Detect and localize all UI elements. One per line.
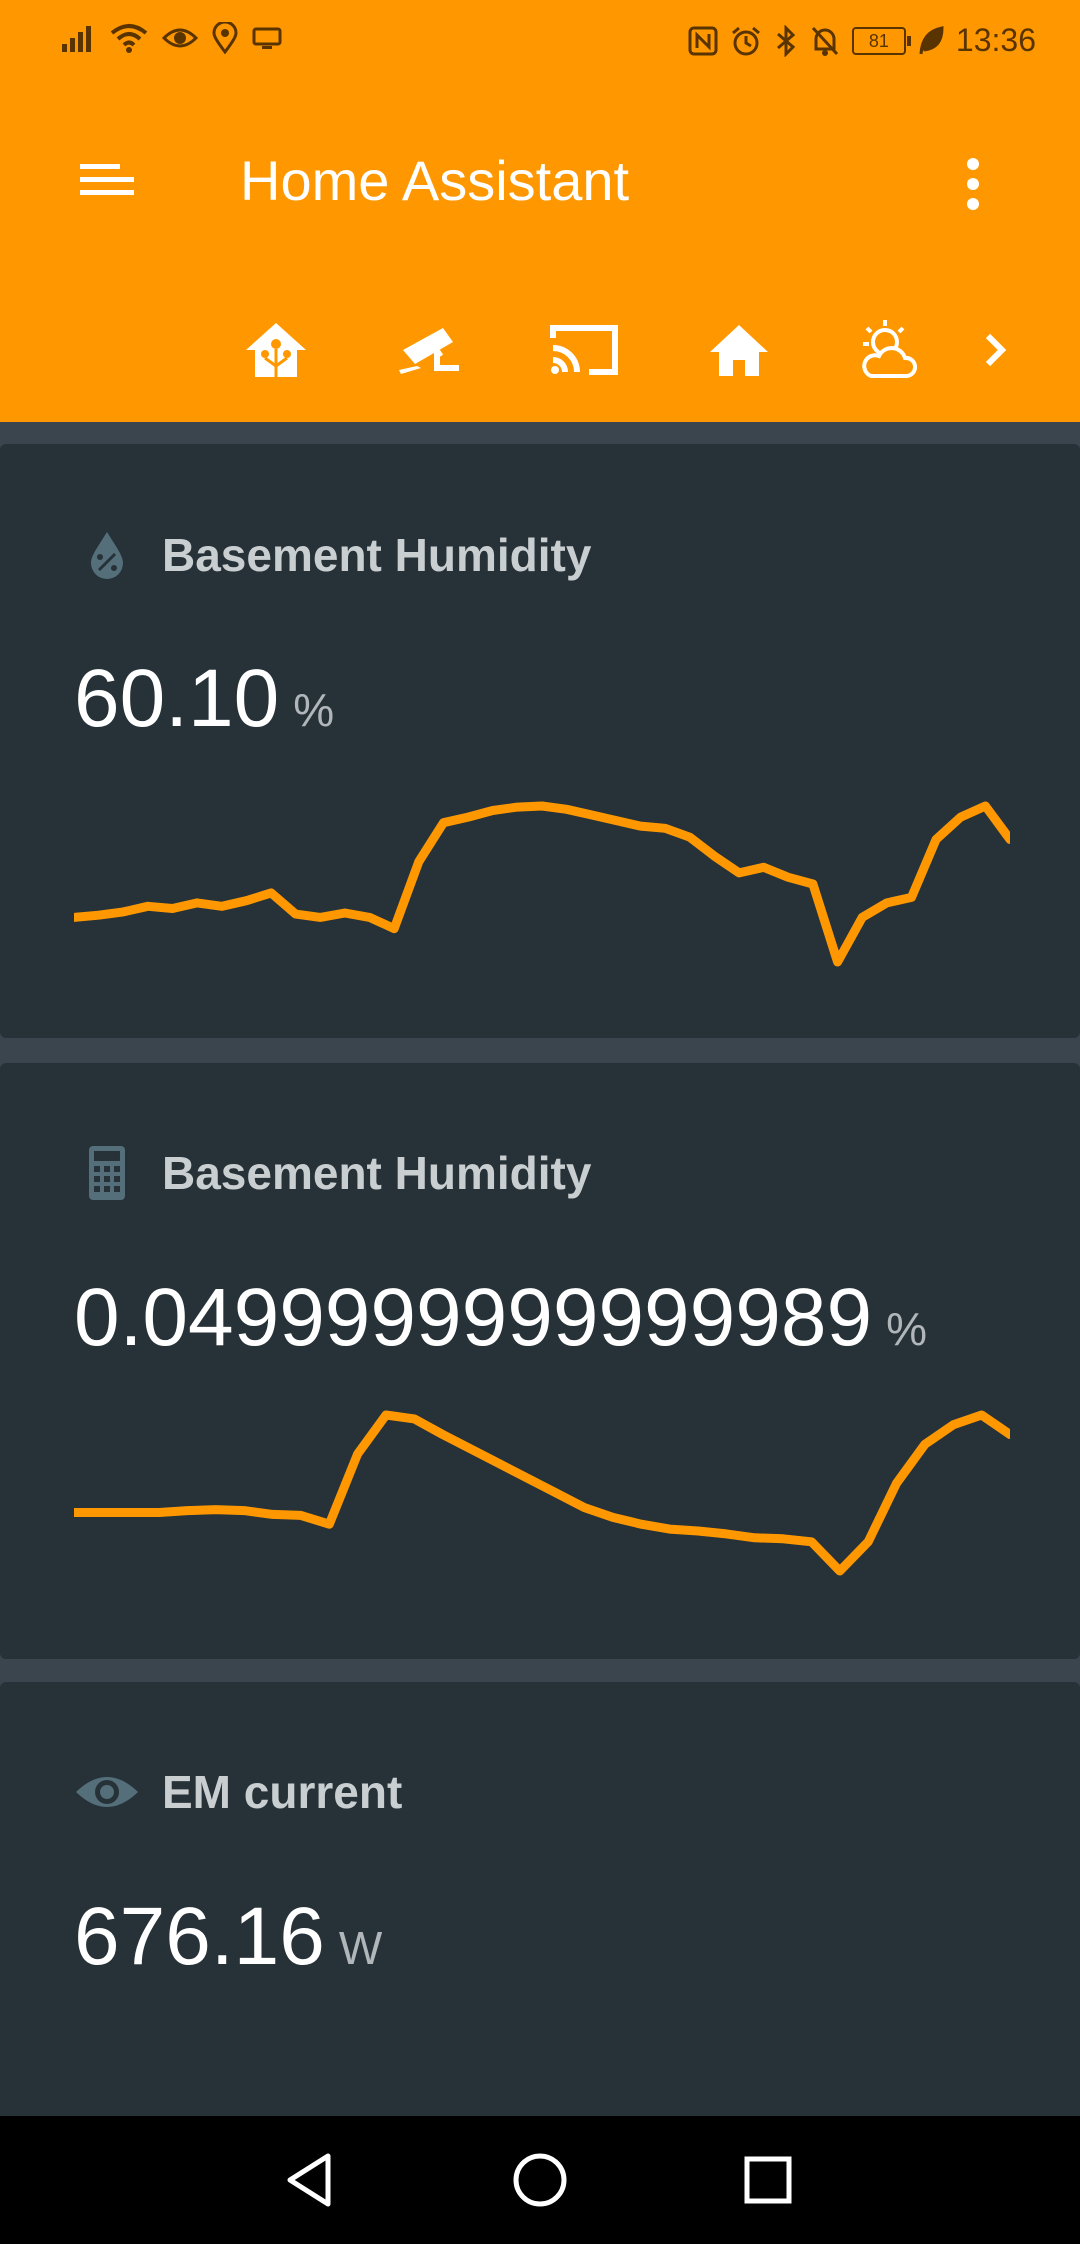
- history-sparkline: [74, 801, 1010, 967]
- card-state: 60.10%: [74, 652, 334, 746]
- sensor-card[interactable]: Basement Humidity 0.0499999999999989%: [0, 1063, 1080, 1659]
- system-nav-bar: [0, 2116, 1080, 2244]
- home-circle-icon: [513, 2153, 567, 2207]
- cctv-icon: [399, 328, 459, 374]
- chevron-right-icon: [985, 333, 1007, 367]
- state-value: 0.0499999999999989: [74, 1272, 873, 1363]
- card-title: Basement Humidity: [162, 529, 592, 581]
- state-unit: %: [293, 684, 335, 736]
- sensor-card[interactable]: EM current 676.16 W: [0, 1682, 1080, 2142]
- alarm-icon: [731, 26, 760, 55]
- tab-home[interactable]: [699, 310, 779, 390]
- app-title: Home Assistant: [240, 149, 630, 212]
- water-percent-icon: [91, 532, 123, 579]
- eye-icon: [76, 1777, 138, 1807]
- calculator-icon: [89, 1146, 125, 1200]
- more-vert-icon: [967, 158, 979, 210]
- menu-icon: [80, 164, 134, 195]
- home-icon: [710, 325, 768, 376]
- tab-cast[interactable]: [544, 310, 624, 390]
- state-value: 676.16: [74, 1891, 325, 1982]
- overflow-menu-button[interactable]: [955, 154, 991, 214]
- card-icon-wrap: [74, 1140, 140, 1206]
- sparkline-path: [74, 1410, 1010, 1576]
- card-state: 676.16 W: [74, 1890, 382, 1984]
- card-state: 0.0499999999999989%: [74, 1271, 927, 1365]
- card-header: Basement Humidity: [74, 522, 591, 588]
- status-bar: 81 13:36: [0, 0, 1080, 84]
- eye-icon: [162, 28, 198, 48]
- weather-partly-cloudy-icon: [862, 320, 917, 378]
- signal-icon: [62, 26, 91, 52]
- screen-icon: [252, 27, 282, 49]
- back-button[interactable]: [270, 2144, 350, 2216]
- tabs-next-button[interactable]: [972, 320, 1022, 380]
- state-value: 60.10: [74, 653, 280, 744]
- state-unit: W: [338, 1922, 383, 1974]
- tab-home-assistant[interactable]: [236, 310, 316, 390]
- nfc-icon: [688, 26, 718, 55]
- card-title: EM current: [162, 1766, 403, 1818]
- wifi-icon: [110, 24, 148, 53]
- sparkline-path: [74, 801, 1010, 967]
- back-icon: [287, 2153, 331, 2207]
- card-icon-wrap: [74, 1759, 140, 1825]
- location-icon: [212, 22, 238, 54]
- history-sparkline: [74, 1410, 1010, 1576]
- menu-button[interactable]: [78, 160, 136, 202]
- battery-icon: 81: [851, 26, 911, 55]
- cast-icon: [550, 325, 618, 375]
- card-header: EM current: [74, 1759, 402, 1825]
- card-header: Basement Humidity: [74, 1140, 591, 1206]
- state-unit: %: [886, 1303, 927, 1355]
- status-time: 13:36: [955, 22, 1036, 58]
- recents-icon: [744, 2156, 792, 2204]
- bluetooth-icon: [776, 24, 796, 57]
- tab-cameras[interactable]: [390, 310, 470, 390]
- leaf-icon: [919, 25, 944, 54]
- app-bar: Home Assistant: [0, 84, 1080, 422]
- status-bar-left-icons: [62, 22, 282, 54]
- home-button[interactable]: [500, 2144, 580, 2216]
- card-icon-wrap: [74, 522, 140, 588]
- recents-button[interactable]: [728, 2144, 808, 2216]
- home-assistant-icon: [246, 323, 306, 377]
- card-title: Basement Humidity: [162, 1147, 592, 1199]
- sensor-card[interactable]: Basement Humidity 60.10%: [0, 444, 1080, 1038]
- tab-weather[interactable]: [848, 310, 928, 390]
- notifications-off-icon: [811, 26, 839, 56]
- status-bar-right-icons: 81 13:36: [688, 22, 1036, 59]
- view-tabs: [0, 310, 1080, 410]
